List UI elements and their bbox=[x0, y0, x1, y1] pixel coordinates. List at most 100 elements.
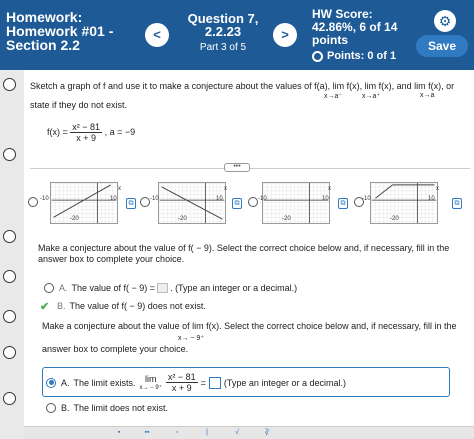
score-value: 42.86%, 6 of 14 bbox=[312, 20, 398, 34]
zoom-icon[interactable]: ⧉ bbox=[452, 198, 462, 209]
part1-prompt: Make a conjecture about the value of f( … bbox=[38, 243, 450, 264]
mixed-number-tool-icon[interactable]: ▪▪ bbox=[142, 429, 152, 438]
part1-choice-a-radio[interactable] bbox=[44, 283, 54, 293]
homework-title: Homework: Homework #01 - Section 2.2 bbox=[6, 10, 113, 52]
previous-question-button[interactable]: < bbox=[145, 23, 169, 47]
lim-sub-a: x→a bbox=[420, 92, 435, 99]
part2-equals: = bbox=[200, 377, 206, 388]
expand-dots-button[interactable]: ••• bbox=[224, 163, 250, 172]
graph-1-tick-neg10: -10 bbox=[40, 196, 49, 202]
exponent-tool-icon[interactable]: ▫ bbox=[172, 429, 182, 438]
graph-4-tick-neg10: -10 bbox=[362, 196, 371, 202]
part2-choice-b-radio[interactable] bbox=[46, 403, 56, 413]
hw-line-1: Homework: bbox=[6, 9, 83, 25]
part1-choice-a[interactable]: A. The value of f( − 9) = . (Type an int… bbox=[44, 283, 297, 293]
part1-answer-input[interactable] bbox=[157, 283, 169, 293]
graph-4-tick-10: 10 bbox=[428, 196, 435, 202]
graph-1-x-label: x bbox=[118, 186, 121, 192]
zoom-icon[interactable]: ⧉ bbox=[126, 198, 136, 209]
graph-1-tick-10: 10 bbox=[110, 196, 117, 202]
part1-choice-b-letter: B. bbox=[57, 301, 66, 311]
graph-4-tick-neg20: -20 bbox=[390, 216, 399, 222]
part1-choice-b[interactable]: ✔ B. The value of f( − 9) does not exist… bbox=[40, 300, 206, 313]
graph-option-2 bbox=[158, 182, 226, 224]
left-edge-strip bbox=[0, 70, 24, 439]
hw-line-3: Section 2.2 bbox=[6, 37, 80, 53]
problem-prompt: Sketch a graph of f and use it to make a… bbox=[30, 81, 455, 91]
graph-3-tick-10: 10 bbox=[322, 196, 329, 202]
func-a-value: , a = −9 bbox=[104, 126, 136, 137]
graph-2-tick-neg20: -20 bbox=[178, 216, 187, 222]
part2-choice-b-text: The limit does not exist. bbox=[73, 403, 169, 413]
part2-lim: lim x→ − 9⁺ bbox=[140, 374, 162, 391]
settings-gear-icon[interactable]: ⚙ bbox=[434, 10, 456, 32]
graph-option-radio-2[interactable] bbox=[140, 197, 150, 207]
graph-option-1 bbox=[50, 182, 118, 224]
function-definition: f(x) = x² − 81 x + 9 , a = −9 bbox=[47, 122, 135, 143]
part2-prompt-text: Make a conjecture about the value of lim… bbox=[42, 321, 457, 331]
graph-2-tick-10: 10 bbox=[216, 196, 223, 202]
hw-line-2: Homework #01 - bbox=[6, 23, 114, 39]
graph-option-radio-3[interactable] bbox=[248, 197, 258, 207]
part1-choice-a-suffix: . (Type an integer or a decimal.) bbox=[170, 283, 298, 293]
part2-choice-a-text: The limit exists. bbox=[73, 377, 136, 388]
part2-denominator: x + 9 bbox=[171, 383, 192, 393]
sqrt-tool-icon[interactable]: √ bbox=[232, 429, 242, 438]
part2-choice-a-radio[interactable] bbox=[46, 377, 56, 388]
edge-ring-icon bbox=[3, 78, 16, 91]
edge-ring-icon bbox=[3, 270, 16, 283]
part2-choice-a-letter: A. bbox=[61, 377, 70, 388]
part2-answer-input[interactable] bbox=[208, 376, 221, 389]
edge-ring-icon bbox=[3, 392, 16, 405]
part2-prompt: Make a conjecture about the value of lim… bbox=[42, 321, 462, 355]
part2-fraction: x² − 81 x + 9 bbox=[165, 372, 198, 393]
graph-2-x-label: x bbox=[224, 186, 227, 192]
next-question-button[interactable]: > bbox=[273, 23, 297, 47]
question-number: 2.2.23 bbox=[204, 24, 242, 39]
graph-option-radio-1[interactable] bbox=[28, 197, 38, 207]
points-row: Points: 0 of 1 bbox=[312, 50, 407, 62]
func-lhs: f(x) = bbox=[47, 126, 68, 137]
points-ring-icon bbox=[312, 50, 323, 62]
graph-3-tick-neg20: -20 bbox=[282, 216, 291, 222]
part2-choice-a-suffix: (Type an integer or a decimal.) bbox=[223, 377, 346, 388]
part2-numerator: x² − 81 bbox=[165, 372, 198, 383]
lim-sub-plus: x→a⁺ bbox=[362, 93, 381, 100]
question-info: Question 7, 2.2.23 Part 3 of 5 bbox=[180, 12, 266, 53]
part2-lim-sub: x→ − 9⁺ bbox=[139, 385, 162, 391]
func-denominator: x + 9 bbox=[76, 133, 97, 143]
lim-sub-minus: x→a⁻ bbox=[324, 93, 343, 100]
math-toolbar: ▪ ▪▪ ▫ | √ ∛ bbox=[24, 426, 474, 439]
graph-3-tick-neg10: -10 bbox=[258, 196, 267, 202]
part2-lim-word: lim bbox=[144, 374, 157, 384]
part2-choice-b[interactable]: B. The limit does not exist. bbox=[46, 403, 168, 413]
graph-2-tick-neg10: -10 bbox=[150, 196, 159, 202]
part1-choice-a-text: The value of f( − 9) = bbox=[71, 283, 156, 293]
zoom-icon[interactable]: ⧉ bbox=[338, 198, 348, 209]
abs-tool-icon[interactable]: | bbox=[202, 429, 212, 438]
part2-choice-a[interactable]: A. The limit exists. lim x→ − 9⁺ x² − 81… bbox=[46, 372, 346, 393]
checkmark-icon: ✔ bbox=[40, 301, 50, 313]
graph-3-x-label: x bbox=[328, 186, 331, 192]
score-unit: points bbox=[312, 33, 348, 47]
graph-4-x-label: x bbox=[436, 186, 439, 192]
score-label: HW Score: bbox=[312, 7, 373, 21]
edge-ring-icon bbox=[3, 230, 16, 243]
part1-choice-b-text: The value of f( − 9) does not exist. bbox=[69, 301, 206, 311]
graph-1-tick-neg20: -20 bbox=[70, 216, 79, 222]
part2-choice-b-letter: B. bbox=[61, 403, 70, 413]
zoom-icon[interactable]: ⧉ bbox=[232, 198, 242, 209]
part2-prompt-line2: answer box to complete your choice. bbox=[42, 344, 189, 354]
graph-option-3 bbox=[262, 182, 330, 224]
fraction-tool-icon[interactable]: ▪ bbox=[114, 429, 124, 438]
save-button[interactable]: Save bbox=[416, 35, 468, 57]
func-numerator: x² − 81 bbox=[70, 122, 103, 133]
hw-score: HW Score: 42.86%, 6 of 14 points Points:… bbox=[312, 8, 407, 62]
edge-ring-icon bbox=[3, 310, 16, 323]
problem-state-line: state if they do not exist. bbox=[30, 100, 128, 110]
nthroot-tool-icon[interactable]: ∛ bbox=[262, 429, 272, 438]
func-fraction: x² − 81 x + 9 bbox=[70, 122, 103, 143]
divider bbox=[30, 168, 470, 169]
header-bar: Homework: Homework #01 - Section 2.2 < Q… bbox=[0, 0, 474, 70]
part1-choice-a-letter: A. bbox=[59, 283, 68, 293]
